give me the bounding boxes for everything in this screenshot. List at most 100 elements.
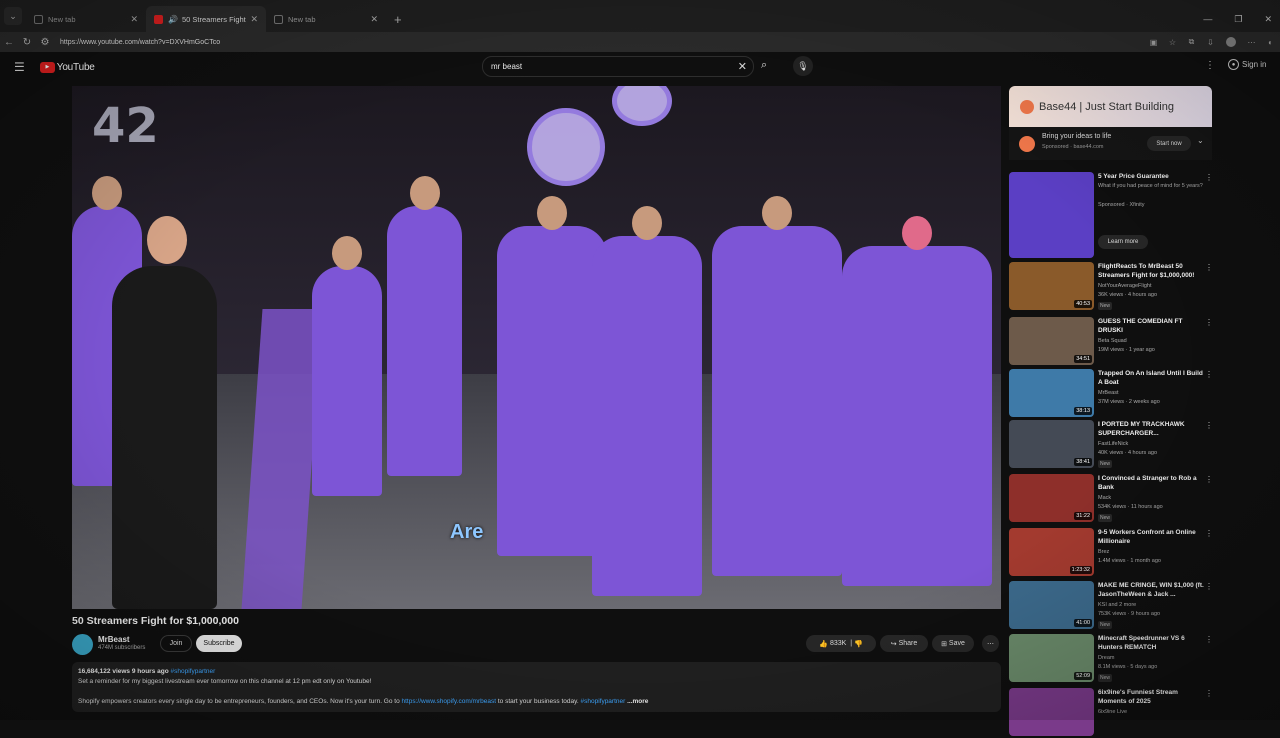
- chevron-down-icon[interactable]: ⌄: [1197, 136, 1204, 145]
- close-tab-icon[interactable]: ✕: [370, 14, 378, 25]
- video-thumbnail[interactable]: 38:41: [1009, 420, 1094, 468]
- ad-banner[interactable]: Base44 | Just Start Building: [1009, 86, 1212, 127]
- share-button[interactable]: ↪ Share: [880, 635, 928, 652]
- downloads-icon[interactable]: ⇩: [1201, 38, 1220, 47]
- close-window-icon[interactable]: ✕: [1264, 14, 1272, 25]
- video-player[interactable]: 42 Are: [72, 86, 1001, 609]
- video-thumbnail[interactable]: [1009, 172, 1094, 258]
- like-icon[interactable]: 👍: [819, 640, 828, 648]
- recommended-title[interactable]: I Convinced a Stranger to Rob a Bank: [1098, 474, 1204, 492]
- hashtag-link-2[interactable]: #shopifypartner: [580, 698, 625, 705]
- browser-tab-3[interactable]: New tab ✕: [266, 6, 386, 32]
- recommended-video[interactable]: 34:51 GUESS THE COMEDIAN FT DRUSKI ⋮ Beta S…: [1009, 317, 1213, 367]
- search-input[interactable]: mr beast ✕: [482, 56, 754, 77]
- kebab-menu-icon[interactable]: ⋮: [1205, 370, 1213, 379]
- channel-name[interactable]: Mack: [1098, 495, 1111, 501]
- learn-more-button[interactable]: Learn more: [1098, 235, 1148, 249]
- video-thumbnail[interactable]: 1:23:32: [1009, 528, 1094, 576]
- video-thumbnail[interactable]: 31:22: [1009, 474, 1094, 522]
- join-button[interactable]: Join: [160, 635, 192, 652]
- youtube-logo[interactable]: ▶ YouTube: [39, 61, 95, 73]
- shopify-link[interactable]: https://www.shopify.com/mrbeast: [402, 698, 497, 705]
- hamburger-menu-icon[interactable]: ☰: [14, 60, 25, 74]
- video-thumbnail[interactable]: 41:00: [1009, 581, 1094, 629]
- kebab-menu-icon[interactable]: ⋮: [1205, 318, 1213, 327]
- sponsored-ad[interactable]: Base44 | Just Start Building Bring your …: [1009, 86, 1212, 160]
- recommended-title[interactable]: 6ix9ine's Funniest Stream Moments of 202…: [1098, 688, 1204, 706]
- channel-name[interactable]: Brez: [1098, 549, 1109, 555]
- recommended-title[interactable]: 5 Year Price Guarantee: [1098, 172, 1204, 181]
- kebab-menu-icon[interactable]: ⋮: [1205, 421, 1213, 430]
- recommended-video[interactable]: 40:53 FlightReacts To MrBeast 50 Streamer…: [1009, 262, 1213, 312]
- channel-name[interactable]: KSI and 2 more: [1098, 602, 1136, 608]
- start-now-button[interactable]: Start now: [1147, 136, 1191, 151]
- channel-name[interactable]: Beta Squad: [1098, 338, 1127, 344]
- recommended-video[interactable]: 5 Year Price Guarantee ⋮ What if you had p…: [1009, 172, 1213, 258]
- new-tab-icon[interactable]: +: [394, 12, 402, 27]
- recommended-title[interactable]: MAKE ME CRINGE, WIN $1,000 (ft. JasonThe…: [1098, 581, 1204, 599]
- recommended-title[interactable]: I PORTED MY TRACKHAWK SUPERCHARGER...: [1098, 420, 1204, 438]
- site-info-icon[interactable]: ⚙: [36, 37, 54, 48]
- kebab-menu-icon[interactable]: ⋮: [1205, 582, 1213, 591]
- clear-search-icon[interactable]: ✕: [738, 60, 747, 73]
- minimize-icon[interactable]: —: [1203, 14, 1212, 25]
- kebab-menu-icon[interactable]: ⋮: [1205, 173, 1213, 182]
- install-app-icon[interactable]: ▣: [1144, 38, 1163, 47]
- video-thumbnail[interactable]: [1009, 688, 1094, 736]
- save-button[interactable]: ⊞ Save: [932, 635, 974, 652]
- microphone-icon[interactable]: 🎙: [793, 56, 813, 76]
- bookmark-star-icon[interactable]: ☆: [1163, 38, 1182, 47]
- like-count[interactable]: 833K: [830, 640, 846, 647]
- close-tab-icon[interactable]: ✕: [130, 14, 138, 25]
- settings-kebab-icon[interactable]: ⋮: [1205, 60, 1215, 71]
- browser-menu-icon[interactable]: ⋯: [1242, 38, 1261, 47]
- channel-name[interactable]: 6ix9ine Live: [1098, 709, 1127, 715]
- sign-in-button[interactable]: ● Sign in: [1228, 59, 1266, 70]
- kebab-menu-icon[interactable]: ⋮: [1205, 689, 1213, 698]
- recommended-title[interactable]: Trapped On An Island Until I Build A Boa…: [1098, 369, 1204, 387]
- channel-name[interactable]: MrBeast: [98, 635, 130, 644]
- tab-search-button[interactable]: ⌄: [4, 7, 22, 25]
- recommended-title[interactable]: FlightReacts To MrBeast 50 Streamers Fig…: [1098, 262, 1204, 280]
- browser-tab-1[interactable]: New tab ✕: [26, 6, 146, 32]
- browser-tab-2[interactable]: 🔊 50 Streamers Fight for $1,000,000 ✕: [146, 6, 266, 32]
- recommended-video[interactable]: 6ix9ine's Funniest Stream Moments of 202…: [1009, 688, 1213, 738]
- video-thumbnail[interactable]: 34:51: [1009, 317, 1094, 365]
- dislike-icon[interactable]: 👎: [854, 640, 863, 648]
- reload-icon[interactable]: ↻: [18, 37, 36, 48]
- channel-avatar[interactable]: [72, 634, 93, 655]
- recommended-video[interactable]: 38:13 Trapped On An Island Until I Build …: [1009, 369, 1213, 419]
- channel-name[interactable]: FastLifeNick: [1098, 441, 1128, 447]
- video-description[interactable]: 16,684,122 views 9 hours ago #shopifypar…: [72, 662, 1001, 712]
- search-icon[interactable]: ⌕: [761, 59, 767, 72]
- channel-name[interactable]: NotYourAverageFlight: [1098, 283, 1152, 289]
- recommended-video[interactable]: 38:41 I PORTED MY TRACKHAWK SUPERCHARGER.…: [1009, 420, 1213, 470]
- more-actions-button[interactable]: ⋯: [982, 635, 999, 652]
- recommended-title[interactable]: 9-5 Workers Confront an Online Millionai…: [1098, 528, 1204, 546]
- video-thumbnail[interactable]: 38:13: [1009, 369, 1094, 417]
- kebab-menu-icon[interactable]: ⋮: [1205, 529, 1213, 538]
- kebab-menu-icon[interactable]: ⋮: [1205, 475, 1213, 484]
- restore-icon[interactable]: ❐: [1234, 14, 1242, 25]
- recommended-video[interactable]: 1:23:32 9-5 Workers Confront an Online Mi…: [1009, 528, 1213, 578]
- recommended-title[interactable]: GUESS THE COMEDIAN FT DRUSKI: [1098, 317, 1204, 335]
- channel-name[interactable]: Dream: [1098, 655, 1115, 661]
- kebab-menu-icon[interactable]: ⋮: [1205, 263, 1213, 272]
- video-thumbnail[interactable]: 40:53: [1009, 262, 1094, 310]
- recommended-video[interactable]: 41:00 MAKE ME CRINGE, WIN $1,000 (ft. Jas…: [1009, 581, 1213, 631]
- kebab-menu-icon[interactable]: ⋮: [1205, 635, 1213, 644]
- show-more-link[interactable]: ...more: [627, 698, 648, 705]
- channel-name[interactable]: MrBeast: [1098, 390, 1118, 396]
- close-tab-icon[interactable]: ✕: [250, 14, 258, 25]
- extensions-icon[interactable]: ⧉: [1182, 37, 1201, 47]
- video-thumbnail[interactable]: 52:09: [1009, 634, 1094, 682]
- back-icon[interactable]: ←: [0, 37, 18, 48]
- hashtag-link[interactable]: #shopifypartner: [171, 668, 216, 675]
- recommended-video[interactable]: 31:22 I Convinced a Stranger to Rob a Ban…: [1009, 474, 1213, 524]
- subscribe-button[interactable]: Subscribe: [196, 635, 242, 652]
- url-field[interactable]: https://www.youtube.com/watch?v=DXVHmGoC…: [60, 39, 1144, 46]
- profile-avatar[interactable]: [1226, 37, 1236, 47]
- recommended-title[interactable]: Minecraft Speedrunner VS 6 Hunters REMAT…: [1098, 634, 1204, 652]
- copilot-icon[interactable]: ◐: [1261, 38, 1280, 47]
- recommended-video[interactable]: 52:09 Minecraft Speedrunner VS 6 Hunters …: [1009, 634, 1213, 684]
